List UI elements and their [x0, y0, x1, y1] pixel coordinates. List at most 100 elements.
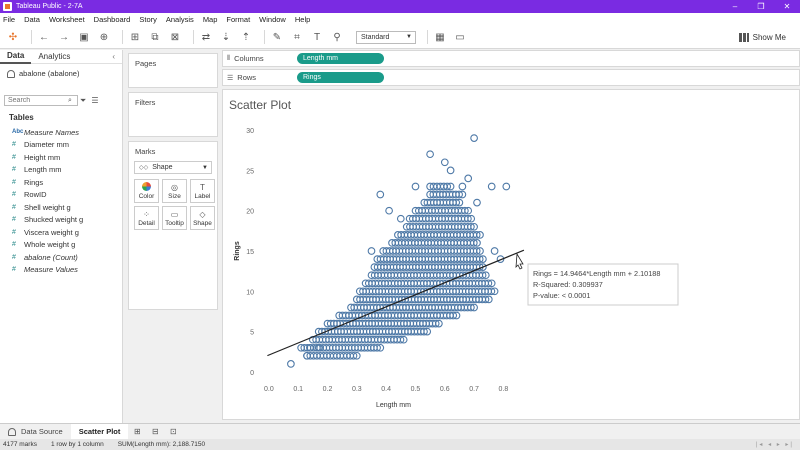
label-button[interactable]: T Label: [190, 179, 215, 203]
tab-scatter-plot[interactable]: Scatter Plot: [70, 424, 129, 439]
field-item[interactable]: # RowID: [0, 189, 122, 202]
swap-icon[interactable]: ⇄: [199, 30, 213, 44]
data-point[interactable]: [376, 190, 385, 199]
tableau-logo-icon[interactable]: ✣: [6, 30, 20, 44]
menu-dashboard[interactable]: Dashboard: [94, 15, 131, 24]
menu-map[interactable]: Map: [203, 15, 218, 24]
viz-area[interactable]: Scatter Plot 0 5 10 15 20 25 30 0.0 0.1 0.2 0.3 0.4…: [222, 89, 800, 420]
data-pane: Data Analytics ‹ abalone (abalone) ⌕ ⏷ ☰…: [0, 50, 123, 423]
maximize-icon[interactable]: ❐: [748, 0, 774, 13]
field-name: Diameter mm: [24, 140, 70, 150]
detail-button[interactable]: ⁘ Detail: [134, 206, 159, 230]
field-item[interactable]: # Shucked weight g: [0, 214, 122, 227]
data-point[interactable]: [440, 158, 449, 167]
field-item[interactable]: # Measure Values: [0, 264, 122, 277]
color-button[interactable]: Color: [134, 179, 159, 203]
columns-shelf-label: ⦀ Columns: [223, 54, 297, 63]
mark-type-select[interactable]: ◇◇ Shape ▼: [134, 161, 212, 174]
pin-icon[interactable]: ⚲: [330, 30, 344, 44]
data-point[interactable]: [487, 182, 496, 191]
fit-select[interactable]: Standard ▼: [356, 30, 416, 44]
data-point[interactable]: [426, 150, 434, 159]
size-button[interactable]: ◎ Size: [162, 179, 187, 203]
new-worksheet-icon[interactable]: ⊞: [128, 30, 142, 44]
tab-scatter-plot-label: Scatter Plot: [78, 427, 121, 436]
chart-gallery-icon[interactable]: ▦: [433, 30, 447, 44]
undo-icon[interactable]: ←: [37, 30, 51, 44]
field-item[interactable]: # Shell weight g: [0, 201, 122, 214]
tab-data[interactable]: Data: [0, 50, 32, 64]
rows-shelf[interactable]: ☰ Rows Rings: [222, 69, 800, 86]
data-pane-tabs: Data Analytics ‹: [0, 50, 122, 64]
new-worksheet-tab-icon[interactable]: ⊞: [128, 424, 146, 439]
x-tick-label: 0.6: [440, 386, 450, 393]
present-icon[interactable]: ▭: [453, 30, 467, 44]
data-point[interactable]: [458, 182, 467, 191]
new-story-tab-icon[interactable]: ⊡: [164, 424, 182, 439]
tooltip-button[interactable]: ▭ Tooltip: [162, 206, 187, 230]
close-icon[interactable]: ✕: [774, 0, 800, 13]
data-point[interactable]: [385, 206, 393, 215]
tab-analytics[interactable]: Analytics: [31, 52, 77, 61]
rows-pill[interactable]: Rings: [297, 72, 384, 83]
label-icon: T: [200, 182, 205, 192]
menu-format[interactable]: Format: [226, 15, 250, 24]
field-item[interactable]: # Length mm: [0, 164, 122, 177]
datasource-item[interactable]: abalone (abalone): [0, 64, 122, 83]
string-type-icon: Abc: [12, 129, 24, 136]
field-item[interactable]: # Rings: [0, 176, 122, 189]
field-item[interactable]: # Diameter mm: [0, 139, 122, 152]
shape-button[interactable]: ◇ Shape: [190, 206, 215, 230]
label-icon[interactable]: T: [310, 30, 324, 44]
sort-descending-icon[interactable]: ⇡: [239, 30, 253, 44]
sort-ascending-icon[interactable]: ⇣: [219, 30, 233, 44]
group-icon[interactable]: ⌗: [290, 30, 304, 44]
filters-card[interactable]: Filters: [128, 92, 218, 137]
duplicate-icon[interactable]: ⧉: [148, 30, 162, 44]
new-dashboard-tab-icon[interactable]: ⊟: [146, 424, 164, 439]
data-point[interactable]: [470, 134, 478, 142]
data-point[interactable]: [411, 182, 420, 191]
menu-story[interactable]: Story: [139, 15, 157, 24]
data-point[interactable]: [464, 174, 473, 183]
field-item[interactable]: # Viscera weight g: [0, 226, 122, 239]
mark-buttons: Color ◎ Size T Label ⁘ Detail ▭ Tooltip …: [134, 179, 215, 230]
data-point[interactable]: [473, 198, 481, 207]
menu-help[interactable]: Help: [295, 15, 310, 24]
filter-icon[interactable]: ⏷: [80, 96, 86, 106]
columns-pill[interactable]: Length mm: [297, 53, 384, 64]
menu-analysis[interactable]: Analysis: [166, 15, 194, 24]
sheet-navigation-icon[interactable]: |◂ ◂ ▸ ▸|: [756, 441, 794, 448]
data-point[interactable]: [502, 182, 511, 191]
field-name: Measure Values: [24, 265, 78, 275]
columns-shelf[interactable]: ⦀ Columns Length mm: [222, 50, 800, 67]
list-view-icon[interactable]: ☰: [91, 96, 98, 105]
minimize-icon[interactable]: –: [722, 0, 748, 13]
search-input[interactable]: [4, 95, 78, 106]
menu-file[interactable]: File: [3, 15, 15, 24]
menu-worksheet[interactable]: Worksheet: [49, 15, 85, 24]
pages-card[interactable]: Pages: [128, 53, 218, 88]
menu-window[interactable]: Window: [259, 15, 286, 24]
chevron-down-icon: ▼: [406, 34, 412, 40]
data-point[interactable]: [396, 214, 405, 223]
data-point[interactable]: [287, 360, 295, 368]
show-me-button[interactable]: Show Me: [738, 32, 786, 42]
tab-data-source[interactable]: Data Source: [0, 424, 71, 439]
add-datasource-icon[interactable]: ⊕: [97, 30, 111, 44]
scatter-chart[interactable]: 0 5 10 15 20 25 30 0.0 0.1 0.2 0.3 0.4 0.5 0.6 0.7 0.8 L…: [223, 90, 799, 419]
field-item[interactable]: # Whole weight g: [0, 239, 122, 252]
clear-icon[interactable]: ⊠: [168, 30, 182, 44]
highlight-icon[interactable]: ✎: [270, 30, 284, 44]
collapse-pane-icon[interactable]: ‹: [105, 52, 122, 61]
color-label: Color: [138, 193, 155, 200]
redo-icon[interactable]: →: [57, 30, 71, 44]
field-item[interactable]: Abc Measure Names: [0, 126, 122, 139]
data-point[interactable]: [446, 166, 455, 175]
data-point[interactable]: [367, 247, 376, 255]
menu-data[interactable]: Data: [24, 15, 40, 24]
data-point[interactable]: [490, 247, 499, 255]
field-item[interactable]: # Height mm: [0, 151, 122, 164]
field-item[interactable]: # abalone (Count): [0, 251, 122, 264]
save-icon[interactable]: ▣: [77, 30, 91, 44]
